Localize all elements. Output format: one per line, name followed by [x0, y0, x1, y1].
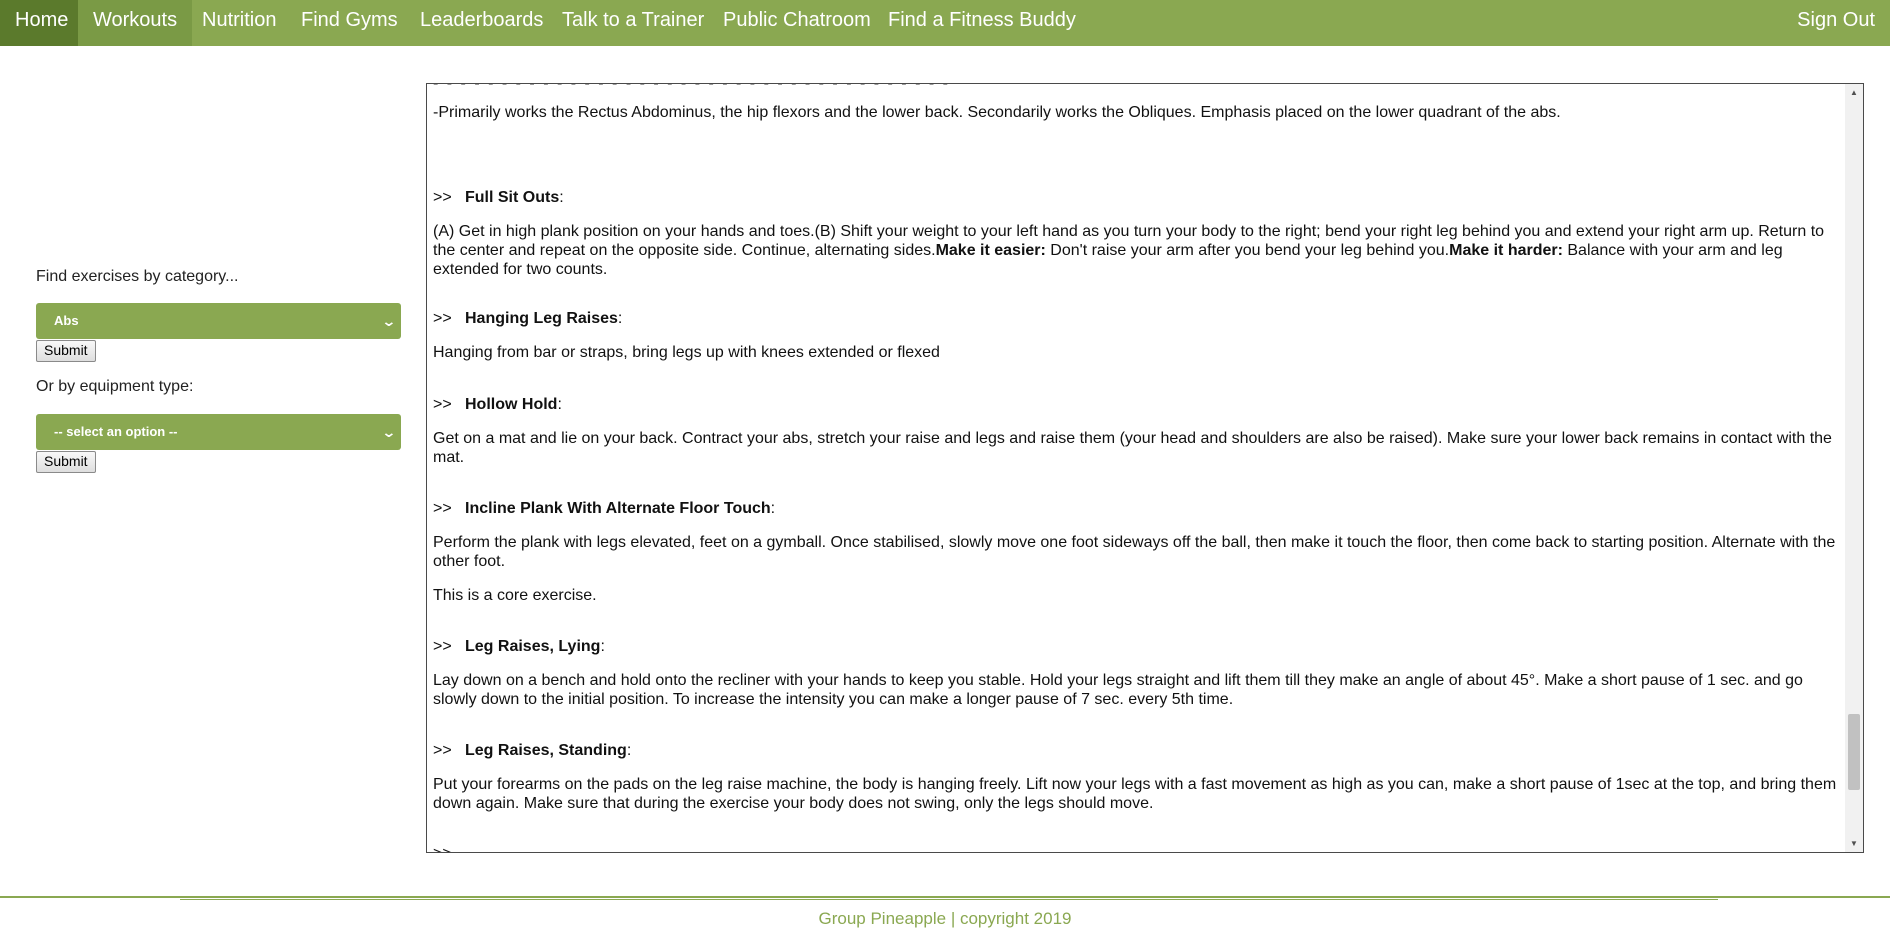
exercise-list-panel[interactable]: - - - - - - - - - - - - - - - - - - - - … [426, 83, 1864, 853]
footer-divider-inner [180, 899, 1718, 900]
clipped-text: - - - - - - - - - - - - - - - - - - - - … [433, 83, 950, 92]
exercise-description: Put your forearms on the pads on the leg… [433, 776, 1837, 812]
exercise-heading: >> Hanging Leg Raises: [433, 310, 623, 327]
scrollbar[interactable]: ▲ ▼ [1845, 84, 1863, 852]
exercise-description: Perform the plank with legs elevated, fe… [433, 534, 1836, 570]
equipment-label: Or by equipment type: [36, 378, 194, 395]
scroll-down-arrow-icon[interactable]: ▼ [1845, 835, 1863, 852]
footer-copyright: Group Pineapple | copyright 2019 [818, 909, 1072, 928]
exercise-name: Leg Raises, Standing [465, 742, 627, 759]
nav-public-chatroom[interactable]: Public Chatroom [708, 0, 886, 46]
category-submit-button[interactable]: Submit [36, 340, 96, 362]
nav-find-gyms[interactable]: Find Gyms [286, 0, 413, 46]
exercise-description: Get on a mat and lie on your back. Contr… [433, 430, 1832, 466]
nav-find-fitness-buddy[interactable]: Find a Fitness Buddy [873, 0, 1091, 46]
exercise-description: (A) Get in high plank position on your h… [433, 223, 1825, 278]
exercise-description: Hanging from bar or straps, bring legs u… [433, 344, 940, 361]
footer-divider [0, 896, 1890, 898]
exercise-heading: >> Full Sit Outs: [433, 189, 564, 206]
exercise-heading: >> Leg Raises, Standing: [433, 742, 632, 759]
category-select-value: Abs [54, 313, 79, 328]
equipment-submit-button[interactable]: Submit [36, 451, 96, 473]
exercise-heading: >> Hollow Hold: [433, 396, 562, 413]
exercise-description: Lay down on a bench and hold onto the re… [433, 672, 1803, 708]
nav-workouts[interactable]: Workouts [78, 0, 193, 46]
nav-home[interactable]: Home [0, 0, 84, 46]
nav-nutrition[interactable]: Nutrition [187, 0, 291, 46]
chevron-down-icon: ⌄ [381, 424, 397, 440]
exercise-description: -Primarily works the Rectus Abdominus, t… [433, 104, 1561, 121]
category-select[interactable]: Abs ⌄ [36, 303, 401, 339]
exercise-name: Leg Raises, Lying [465, 638, 601, 655]
exercise-heading: >> Leg Raises, Lying: [433, 638, 605, 655]
chevron-down-icon: ⌄ [381, 313, 397, 329]
scroll-up-arrow-icon[interactable]: ▲ [1845, 84, 1863, 101]
exercise-name: Incline Plank With Alternate Floor Touch [465, 500, 771, 517]
nav-leaderboards[interactable]: Leaderboards [405, 0, 558, 46]
nav-talk-to-trainer[interactable]: Talk to a Trainer [547, 0, 719, 46]
equipment-select-value: -- select an option -- [54, 424, 178, 439]
clipped-heading: >> [433, 844, 465, 852]
exercise-name: Full Sit Outs [465, 189, 560, 206]
exercise-note: This is a core exercise. [433, 587, 597, 604]
category-label: Find exercises by category... [36, 268, 239, 285]
equipment-select[interactable]: -- select an option -- ⌄ [36, 414, 401, 450]
nav-sign-out[interactable]: Sign Out [1782, 0, 1890, 46]
top-nav: Home Workouts Nutrition Find Gyms Leader… [0, 0, 1890, 46]
exercise-name: Hollow Hold [465, 396, 558, 413]
scrollbar-thumb[interactable] [1848, 714, 1860, 790]
exercise-heading: >> Incline Plank With Alternate Floor Tou… [433, 500, 776, 517]
exercise-name: Hanging Leg Raises [465, 310, 618, 327]
